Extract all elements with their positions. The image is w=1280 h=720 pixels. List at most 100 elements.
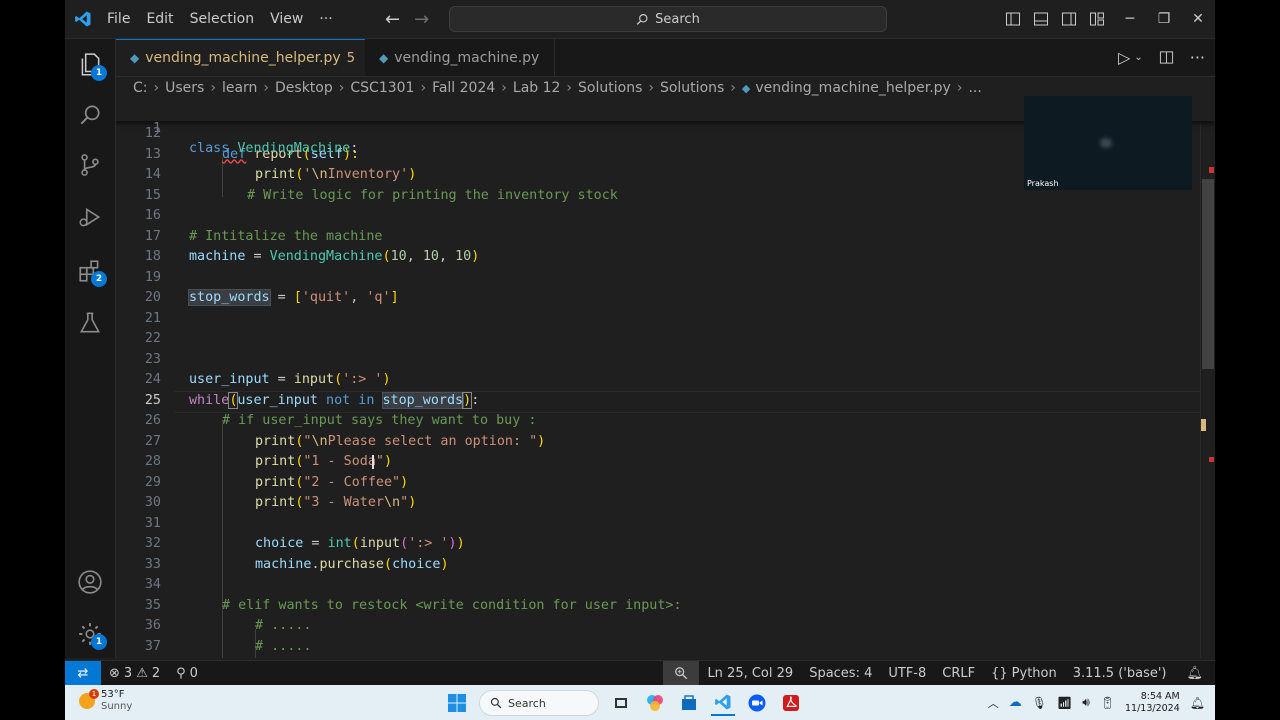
- code-token: [: [293, 290, 302, 305]
- weather-widget[interactable]: 1 53°F Sunny: [79, 689, 132, 713]
- vertical-scrollbar[interactable]: [1200, 99, 1215, 658]
- run-debug-activity[interactable]: [65, 193, 115, 241]
- code-token: :: [350, 141, 359, 156]
- source-control-icon: [81, 154, 99, 176]
- code-token: input: [359, 536, 401, 551]
- clock[interactable]: 8:54 AM 11/13/2024: [1125, 691, 1180, 715]
- notifications-bell-icon[interactable]: 🔔︎: [1174, 666, 1215, 681]
- code-line: 23: [116, 350, 1215, 371]
- minimize-icon[interactable]: ─: [1113, 11, 1147, 27]
- tab-label: vending_machine.py: [394, 49, 540, 66]
- code-token: print: [255, 433, 296, 449]
- code-token: user_input: [189, 372, 270, 387]
- menu-edit[interactable]: Edit: [138, 0, 181, 38]
- encoding[interactable]: UTF-8: [880, 666, 934, 681]
- copilot-icon[interactable]: [643, 691, 667, 715]
- menu-more[interactable]: ···: [311, 0, 340, 38]
- python-file-icon: ◆: [741, 81, 751, 95]
- run-dropdown-chevron-icon[interactable]: ⌄: [1134, 52, 1142, 63]
- zoom-app-icon[interactable]: [745, 691, 769, 715]
- close-icon[interactable]: ✕: [1181, 11, 1215, 27]
- status-bar: ⇄ ⊗ 3 ⚠ 2 ⚲ 0 Ln 25, Col 29 Spaces: 4 UTF-8…: [65, 660, 1215, 685]
- command-center-search[interactable]: Search: [449, 6, 887, 32]
- windows-start-icon[interactable]: [445, 691, 469, 715]
- manage-activity[interactable]: 1: [65, 610, 115, 658]
- python-interpreter[interactable]: 3.11.5 ('base'): [1065, 666, 1175, 681]
- testing-activity[interactable]: [65, 299, 115, 347]
- notification-bell-icon[interactable]: 🔔︎: [1190, 696, 1205, 710]
- code-token: (: [400, 536, 409, 551]
- toggle-primary-sidebar-icon[interactable]: [1005, 11, 1021, 27]
- problems-indicator[interactable]: ⊗ 3 ⚠ 2: [101, 666, 168, 681]
- menu-selection[interactable]: Selection: [182, 0, 263, 38]
- code-token: ): [384, 454, 393, 469]
- code-token: 10: [390, 249, 407, 264]
- toggle-panel-icon[interactable]: [1033, 11, 1049, 27]
- ports-indicator[interactable]: ⚲ 0: [168, 666, 206, 681]
- breadcrumb-symbol[interactable]: ...: [968, 80, 981, 96]
- forward-arrow-icon[interactable]: →: [414, 9, 429, 30]
- menu-view[interactable]: View: [262, 0, 311, 38]
- run-python-icon[interactable]: ▷: [1118, 48, 1130, 67]
- toggle-secondary-sidebar-icon[interactable]: [1061, 11, 1077, 27]
- wifi-icon[interactable]: 📶︎: [1057, 696, 1072, 710]
- code-token: (: [382, 249, 391, 264]
- remote-indicator-icon[interactable]: ⇄: [65, 661, 101, 685]
- line-number: 30: [144, 495, 161, 510]
- task-view-icon[interactable]: [609, 691, 633, 715]
- taskbar-search[interactable]: Search: [479, 690, 599, 716]
- code-token: ): [408, 167, 417, 182]
- microsoft-store-icon[interactable]: [677, 691, 701, 715]
- back-arrow-icon[interactable]: ←: [385, 9, 400, 30]
- breadcrumb-item[interactable]: Lab 12: [513, 80, 561, 96]
- breadcrumb-item[interactable]: learn: [222, 80, 257, 96]
- source-control-activity[interactable]: [65, 141, 115, 189]
- tab-vending-machine[interactable]: ◆ vending_machine.py: [365, 39, 555, 76]
- battery-icon[interactable]: 🔋︎: [1100, 696, 1115, 710]
- breadcrumb-item[interactable]: Fall 2024: [432, 80, 495, 96]
- volume-icon[interactable]: 🔊︎: [1082, 695, 1090, 710]
- breadcrumb-item[interactable]: Solutions: [578, 80, 642, 96]
- restore-icon[interactable]: ❐: [1147, 11, 1181, 27]
- code-line: 20 stop_words = ['quit', 'q']: [116, 288, 1215, 309]
- code-line: 31: [116, 514, 1215, 535]
- explorer-badge: 1: [91, 65, 107, 81]
- code-token: ): [382, 372, 391, 387]
- menu-file[interactable]: File: [99, 0, 138, 38]
- breadcrumb-item[interactable]: C:: [133, 80, 148, 96]
- indentation[interactable]: Spaces: 4: [801, 666, 880, 681]
- scrollbar-thumb[interactable]: [1202, 179, 1214, 369]
- code-token: not in: [318, 392, 383, 408]
- code-token: ): [400, 474, 409, 490]
- breadcrumb-item[interactable]: Users: [165, 80, 204, 96]
- vscode-taskbar-icon[interactable]: [711, 690, 735, 716]
- code-token: 'quit': [301, 290, 351, 305]
- breadcrumb-item[interactable]: Solutions: [660, 80, 724, 96]
- code-token: ): [456, 536, 465, 551]
- cursor-position[interactable]: Ln 25, Col 29: [699, 666, 801, 681]
- search-activity[interactable]: [65, 91, 115, 139]
- split-editor-icon[interactable]: [1159, 50, 1174, 65]
- explorer-activity[interactable]: 1: [65, 41, 115, 89]
- microphone-icon[interactable]: 🎙︎: [1032, 696, 1047, 710]
- line-number: 29: [144, 474, 161, 490]
- line-ending[interactable]: CRLF: [934, 666, 983, 681]
- acrobat-icon[interactable]: [779, 691, 803, 715]
- breadcrumb-file[interactable]: vending_machine_helper.py: [755, 80, 950, 96]
- tab-vending-machine-helper[interactable]: ◆ vending_machine_helper.py 5: [116, 39, 365, 76]
- breadcrumb-item[interactable]: CSC1301: [350, 80, 414, 96]
- code-token: \n: [311, 167, 328, 182]
- extensions-activity[interactable]: 2: [65, 247, 115, 295]
- zoom-icon[interactable]: [663, 661, 700, 685]
- search-icon: [80, 105, 100, 125]
- language-mode[interactable]: {} Python: [983, 666, 1065, 681]
- more-actions-icon[interactable]: ···: [1190, 48, 1205, 67]
- customize-layout-icon[interactable]: [1089, 11, 1105, 27]
- breadcrumb-item[interactable]: Desktop: [275, 80, 333, 96]
- code-line: 24 user_input = input(':> '): [116, 370, 1215, 391]
- code-token: ':> ': [408, 536, 449, 551]
- code-token: "3 - Water: [303, 495, 384, 510]
- accounts-activity[interactable]: [65, 558, 115, 606]
- chevron-up-icon[interactable]: ︿: [988, 695, 999, 711]
- onedrive-icon[interactable]: ☁: [1009, 695, 1022, 710]
